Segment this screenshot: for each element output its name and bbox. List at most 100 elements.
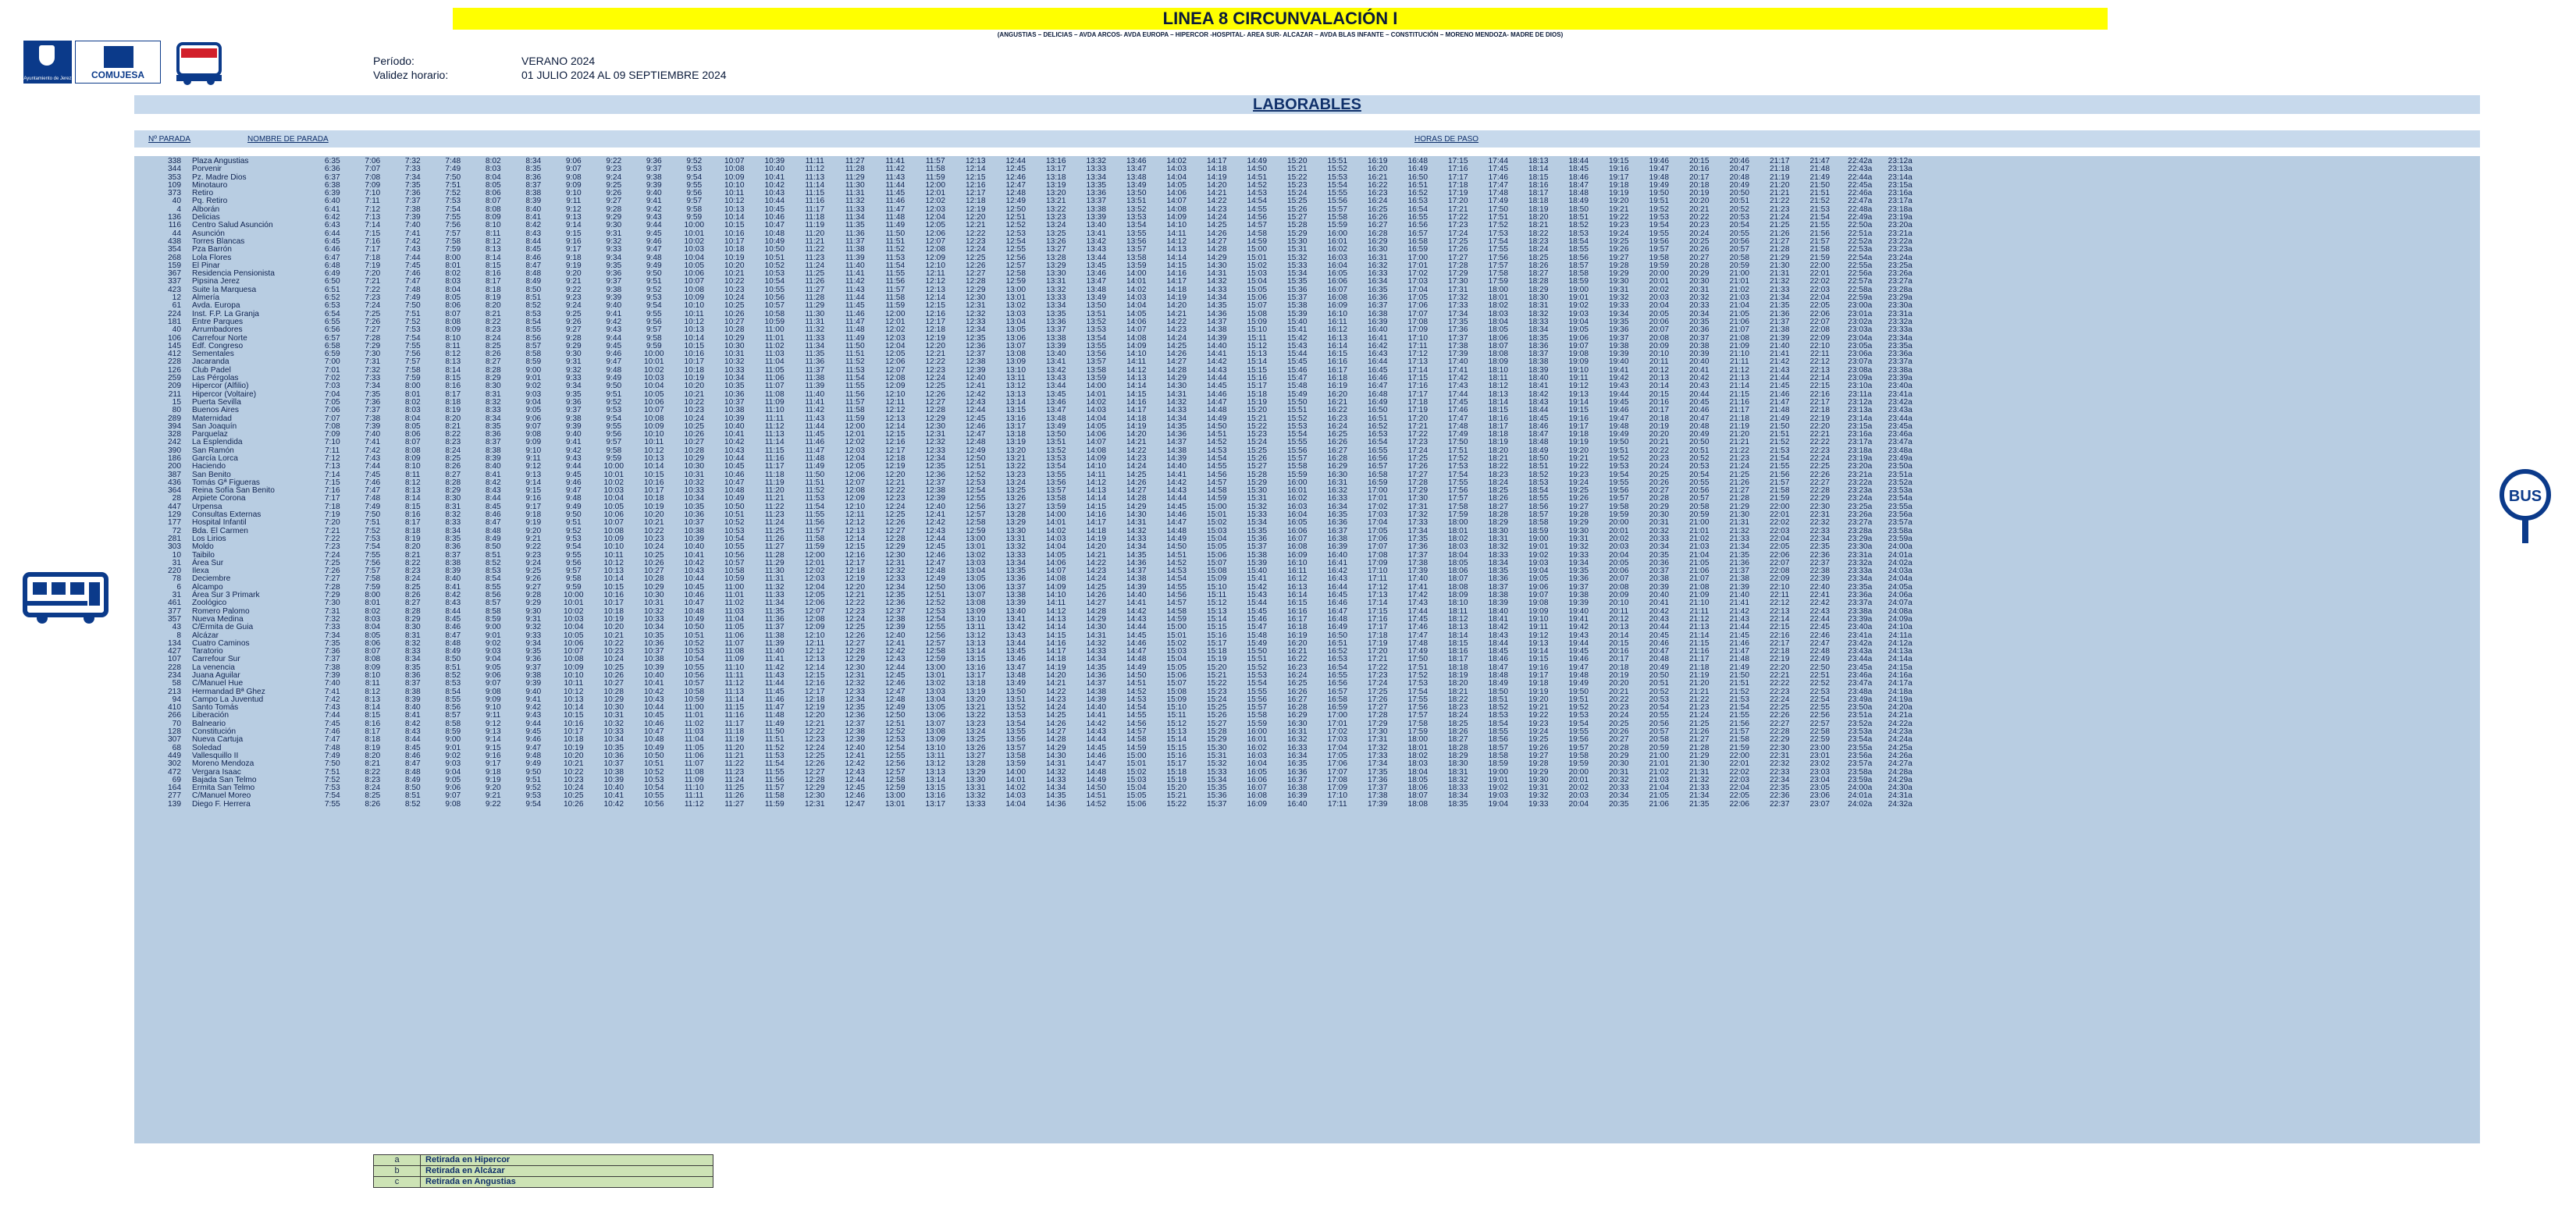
time-cell: 10:56 xyxy=(644,799,664,809)
time-cell: 8:09 xyxy=(445,325,461,335)
time-cell: 8:55 xyxy=(525,325,542,335)
time-cell: 14:33 xyxy=(1166,406,1187,415)
time-cell: 20:44 xyxy=(1649,623,1670,632)
time-cell: 9:22 xyxy=(525,542,542,552)
time-cell: 12:15 xyxy=(845,542,866,552)
time-cell: 14:50 xyxy=(1166,542,1187,552)
column-headers: Nº PARADA NOMBRE DE PARADA HORAS DE PASO xyxy=(134,130,2480,148)
legend-key: c xyxy=(374,1177,421,1187)
time-cell: 10:40 xyxy=(684,542,705,552)
crest-icon xyxy=(39,45,55,66)
time-cell: 12:18 xyxy=(925,325,946,335)
time-cell: 12:29 xyxy=(885,542,906,552)
time-cell: 18:05 xyxy=(1488,325,1509,335)
time-cell: 18:42 xyxy=(1488,623,1509,632)
time-cell: 13:11 xyxy=(966,623,986,632)
time-cell: 8:46 xyxy=(445,623,461,632)
time-cell: 11:10 xyxy=(764,406,785,415)
time-cell: 11:12 xyxy=(684,799,704,809)
time-cell: 21:35 xyxy=(1689,799,1710,809)
comujesa-logo: COMUJESA xyxy=(75,41,161,84)
time-cell: 20:35 xyxy=(1609,799,1629,809)
time-cell: 9:53 xyxy=(606,406,622,415)
table-row: 303 Moldo 7:23 7:54 8:20 8:36 8:50 9:22 9:54 10:1… xyxy=(134,542,1920,552)
time-cell: 13:01 xyxy=(966,542,986,552)
time-cell: 21:03 xyxy=(1689,542,1710,552)
time-cell: 19:36 xyxy=(1609,325,1629,335)
legend-text: Retirada en Angustias xyxy=(425,1177,516,1186)
time-cell: 15:37 xyxy=(1207,799,1227,809)
time-cell: 19:42 xyxy=(1568,623,1589,632)
time-cell: 16:08 xyxy=(1287,542,1308,552)
time-cell: 14:04 xyxy=(1046,542,1066,552)
table-row: 40 Arrumbadores 6:56 7:27 7:53 8:09 8:23 8:55 9:… xyxy=(134,325,1920,335)
time-cell: 14:38 xyxy=(1207,325,1227,335)
time-cell: 8:30 xyxy=(404,623,421,632)
time-cell: 23:03a xyxy=(1848,325,1873,335)
stop-number: 43 xyxy=(172,623,181,632)
time-cell: 10:10 xyxy=(603,542,624,552)
time-cell: 21:38 xyxy=(1770,325,1790,335)
time-cell: 9:54 xyxy=(525,799,542,809)
column-header-stop-name: NOMBRE DE PARADA xyxy=(247,135,329,144)
time-cell: 12:12 xyxy=(885,406,906,415)
time-cell: 10:04 xyxy=(564,623,584,632)
time-cell: 21:06 xyxy=(1649,799,1670,809)
time-cell: 7:37 xyxy=(365,406,381,415)
time-cell: 14:44 xyxy=(1126,623,1147,632)
time-cell: 7:23 xyxy=(324,542,340,552)
legend: a Retirada en Hipercor b Retirada en Alcáz… xyxy=(373,1154,713,1188)
time-cell: 23:30a xyxy=(1848,542,1873,552)
time-cell: 13:17 xyxy=(925,799,946,809)
time-cell: 19:33 xyxy=(1528,799,1549,809)
time-cell: 13:47 xyxy=(1046,406,1066,415)
time-cell: 9:27 xyxy=(565,325,582,335)
bus-icon xyxy=(23,572,109,624)
time-cell: 18:15 xyxy=(1488,406,1509,415)
time-cell: 13:53 xyxy=(1086,325,1107,335)
time-cell: 18:44 xyxy=(1528,406,1549,415)
time-cell: 20:36 xyxy=(1689,325,1710,335)
time-cell: 17:09 xyxy=(1407,325,1429,335)
column-header-times: HORAS DE PASO xyxy=(1414,135,1479,144)
time-cell: 14:36 xyxy=(1046,799,1066,809)
stop-name: Diego F. Herrera xyxy=(192,799,251,809)
time-cell: 19:46 xyxy=(1609,406,1629,415)
time-cell: 17:39 xyxy=(1368,799,1388,809)
stop-number: 80 xyxy=(172,406,181,415)
legend-text: Retirada en Alcázar xyxy=(425,1166,505,1175)
time-cell: 9:08 xyxy=(445,799,461,809)
time-cell: 23:33a xyxy=(1888,325,1912,335)
time-cell: 18:32 xyxy=(1488,542,1509,552)
time-cell: 12:47 xyxy=(845,799,866,809)
validity-label: Validez horario: xyxy=(373,69,449,81)
time-cell: 17:36 xyxy=(1407,542,1429,552)
time-cell: 13:15 xyxy=(1005,406,1026,415)
time-cell: 14:20 xyxy=(1086,542,1107,552)
time-cell: 8:33 xyxy=(485,406,501,415)
time-cell: 20:03 xyxy=(1609,542,1629,552)
time-cell: 22:37 xyxy=(1770,799,1790,809)
time-cell: 18:13 xyxy=(1448,623,1468,632)
time-cell: 11:05 xyxy=(724,623,745,632)
legend-row: c Retirada en Angustias xyxy=(373,1176,713,1188)
svg-text:BUS: BUS xyxy=(2509,488,2542,505)
time-cell: 11:27 xyxy=(724,799,745,809)
time-cell: 16:22 xyxy=(1327,406,1348,415)
time-cell: 17:36 xyxy=(1448,325,1468,335)
time-cell: 21:07 xyxy=(1729,325,1750,335)
time-cell: 6:56 xyxy=(324,325,340,335)
time-cell: 9:00 xyxy=(485,623,501,632)
time-cell: 14:23 xyxy=(1166,325,1187,335)
time-cell: 13:32 xyxy=(1005,542,1026,552)
stop-name: Buenos Aires xyxy=(192,406,240,415)
time-cell: 8:04 xyxy=(365,623,381,632)
time-cell: 9:43 xyxy=(606,325,622,335)
time-cell: 22:06 xyxy=(1729,799,1750,809)
time-cell: 17:46 xyxy=(1407,623,1429,632)
time-cell: 11:32 xyxy=(805,325,825,335)
bus-stop-sign-icon: BUS xyxy=(2500,469,2551,543)
time-cell: 16:50 xyxy=(1368,406,1388,415)
time-cell: 19:32 xyxy=(1568,542,1589,552)
time-cell: 14:34 xyxy=(1126,542,1147,552)
